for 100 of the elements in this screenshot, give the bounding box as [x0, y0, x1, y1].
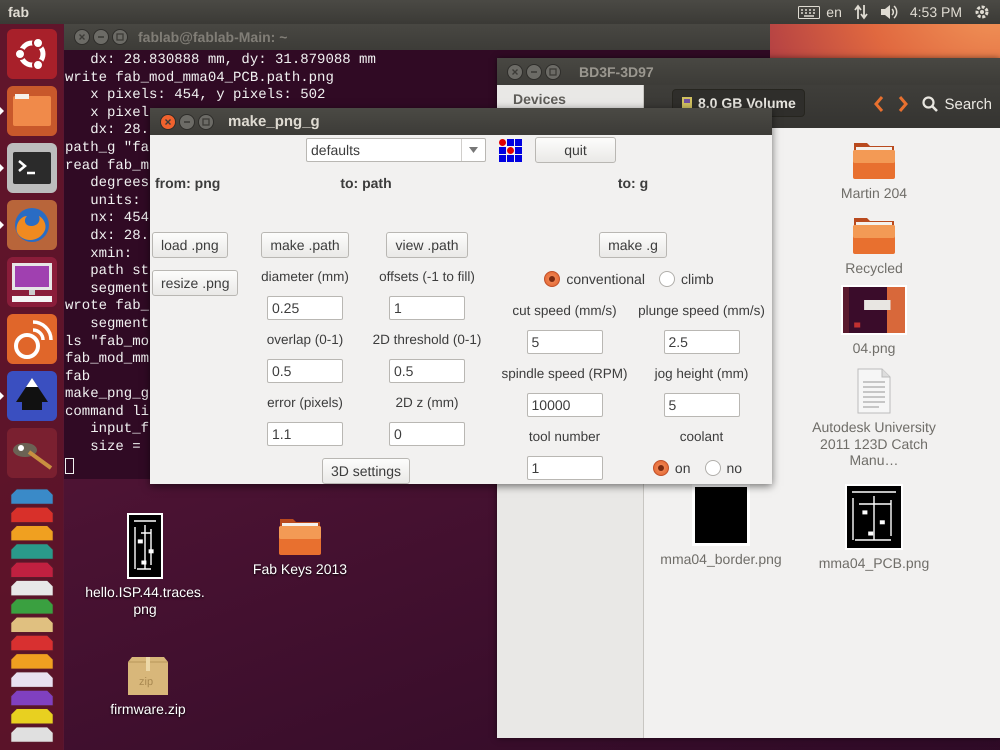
folder-icon[interactable] — [6, 86, 56, 136]
file-name[interactable]: 04.png — [852, 340, 896, 356]
speech-bubble-icon[interactable] — [6, 314, 56, 364]
radio-button[interactable] — [658, 271, 675, 288]
minimize-button[interactable] — [179, 114, 195, 130]
sidebar-heading: Devices — [512, 90, 567, 107]
window-title: fab — [8, 4, 30, 20]
language-indicator[interactable]: en — [826, 4, 842, 20]
terminal-line: nx: 454 — [89, 210, 150, 228]
back-button[interactable] — [874, 95, 884, 113]
globe-icon[interactable] — [6, 200, 56, 250]
field-label: plunge speed (mm/s) — [638, 303, 765, 318]
file-name[interactable]: mma04_PCB.png — [818, 555, 930, 572]
action-button[interactable]: view .path — [386, 232, 468, 258]
field-label: coolant — [680, 429, 724, 444]
file-name[interactable]: Fab Keys 2013 — [252, 561, 348, 578]
terminal-line: fab_mod_mm — [65, 351, 150, 369]
maximize-button[interactable] — [198, 114, 214, 130]
text-cursor — [65, 458, 74, 474]
chevron-right-icon — [898, 95, 908, 113]
action-button[interactable]: make .g — [599, 232, 667, 258]
text-field[interactable]: 1 — [526, 456, 602, 480]
terminal-line: xmin: — [89, 246, 132, 264]
keyboard-icon[interactable] — [798, 6, 820, 18]
text-field[interactable]: 0.5 — [389, 358, 465, 383]
radio-button[interactable] — [544, 271, 560, 288]
file-name[interactable]: Autodesk University 2011 123D Catch Manu… — [812, 419, 936, 468]
field-label: 2D threshold (0-1) — [372, 332, 482, 347]
maximize-button[interactable] — [112, 29, 128, 45]
field-label: spindle speed (RPM) — [501, 366, 628, 382]
text-field[interactable]: 5 — [664, 393, 740, 418]
text-field[interactable]: 0 — [389, 422, 465, 446]
terminal-line: path_g "fa — [65, 140, 150, 158]
file-name[interactable]: mma04_border.png — [660, 551, 782, 568]
close-button[interactable] — [507, 64, 523, 80]
monitor-icon[interactable] — [6, 257, 56, 307]
quit-button[interactable]: quit — [535, 137, 616, 163]
clock[interactable]: 4:53 PM — [910, 4, 962, 20]
transfer-arrows-icon[interactable] — [854, 4, 868, 20]
file-name[interactable]: Recycled — [845, 260, 903, 276]
radio-label[interactable]: no — [726, 460, 742, 476]
section-heading: to: path — [340, 175, 392, 191]
maximize-button[interactable] — [545, 64, 561, 80]
terminal-line: x pixels: 454, y pixels: 502 — [89, 87, 326, 105]
minimize-button[interactable] — [526, 64, 542, 80]
terminal-line: dx: 28. — [89, 228, 150, 246]
terminal-line: wrote fab_ — [65, 298, 150, 316]
search-icon — [922, 96, 938, 112]
action-button[interactable]: make .path — [261, 232, 349, 258]
text-field[interactable]: 5 — [526, 330, 602, 354]
file-name[interactable]: hello.ISP.44.traces.png — [75, 584, 215, 617]
section-heading: to: g — [618, 175, 648, 191]
load-button[interactable]: load .png — [152, 232, 228, 258]
close-button[interactable] — [160, 114, 176, 130]
terminal-line: input_f — [89, 421, 150, 440]
text-field[interactable]: 1 — [389, 296, 465, 320]
terminal-line: fab — [65, 368, 90, 386]
radio-button[interactable] — [652, 460, 669, 476]
terminal-line: dx: 28. — [89, 122, 150, 140]
text-field[interactable]: 0.5 — [267, 358, 343, 383]
file-name[interactable]: firmware.zip — [110, 701, 186, 718]
terminal-line: write fab_mod_mma04_PCB.path.png — [65, 70, 334, 88]
text-field[interactable]: 10000 — [526, 393, 602, 418]
close-button[interactable] — [74, 29, 90, 45]
search-button[interactable]: Search — [922, 96, 992, 112]
forward-button[interactable] — [898, 95, 908, 113]
terminal-line: command li — [65, 404, 150, 422]
settings-icon[interactable] — [974, 4, 990, 20]
field-label: error (pixels) — [267, 394, 343, 410]
ring-logo-icon[interactable] — [6, 29, 56, 79]
file-name[interactable]: Martin 204 — [840, 185, 908, 202]
radio-button[interactable] — [704, 460, 720, 476]
preset-dropdown[interactable]: defaults — [306, 138, 486, 162]
resize-button[interactable]: resize .png — [152, 270, 238, 296]
radio-label[interactable]: on — [674, 460, 690, 476]
settings-button[interactable]: 3D settings — [322, 458, 410, 484]
field-label: cut speed (mm/s) — [512, 303, 617, 318]
package-icon[interactable] — [126, 656, 170, 696]
terminal-line: degrees — [89, 175, 150, 193]
radio-label[interactable]: conventional — [566, 271, 645, 288]
terminal-line: make_png_g — [65, 386, 150, 404]
terminal-line: path st — [89, 263, 150, 281]
terminal-line: segment — [89, 316, 150, 334]
terminal-icon[interactable] — [6, 143, 56, 193]
text-field[interactable]: 1.1 — [267, 422, 343, 446]
paintbrush-icon[interactable] — [6, 428, 56, 478]
chevron-left-icon — [874, 95, 884, 113]
terminal-line: dx: 28.830888 mm, dy: 31.879088 mm — [89, 52, 376, 70]
text-field[interactable]: 0.25 — [267, 296, 343, 320]
terminal-line: x pixel — [89, 104, 150, 122]
minimize-button[interactable] — [93, 29, 109, 45]
field-label: 2D z (mm) — [396, 394, 458, 410]
mountain-icon[interactable] — [6, 371, 56, 421]
terminal-line: segment — [89, 280, 150, 298]
folder-icon[interactable] — [277, 516, 323, 556]
field-label: offsets (-1 to fill) — [379, 268, 475, 284]
field-label: diameter (mm) — [261, 268, 349, 284]
volume-icon[interactable] — [880, 4, 898, 20]
text-field[interactable]: 2.5 — [664, 330, 740, 354]
radio-label[interactable]: climb — [680, 271, 714, 288]
